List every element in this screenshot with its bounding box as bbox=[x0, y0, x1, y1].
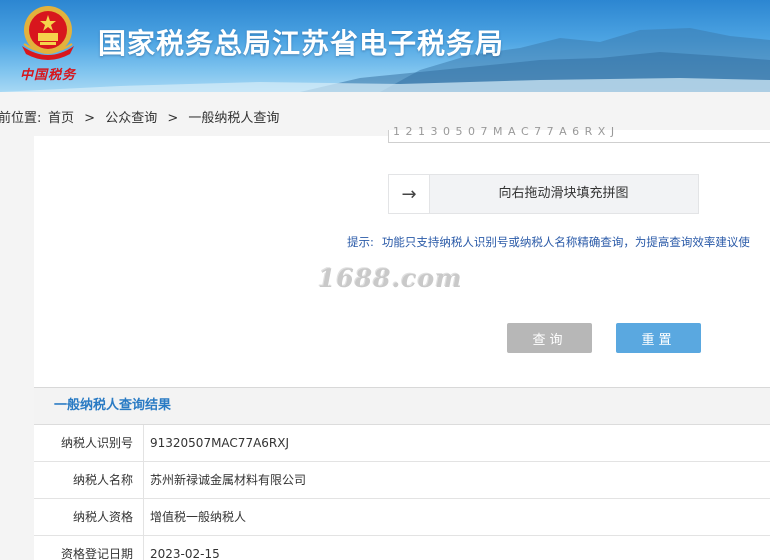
slider-captcha-text: 向右拖动滑块填充拼图 bbox=[498, 186, 629, 201]
breadcrumb-prefix: 前位置: bbox=[0, 111, 42, 126]
page: 中国税务 国家税务总局江苏省电子税务局 前位置: 首页 > 公众查询 > 一般纳… bbox=[0, 0, 770, 560]
taxpayer-id-input-value: 1 2 1 3 0 5 0 7 M A C 7 7 A 6 R X J bbox=[393, 125, 616, 138]
breadcrumb-current: 一般纳税人查询 bbox=[188, 111, 280, 126]
tax-emblem-icon bbox=[22, 6, 74, 60]
slider-captcha[interactable]: → 向右拖动滑块填充拼图 bbox=[388, 174, 699, 214]
hint-text: 功能只支持纳税人识别号或纳税人名称精确查询，为提高查询效率建议使 bbox=[381, 235, 750, 249]
row-label: 资格登记日期 bbox=[34, 536, 144, 560]
taxpayer-id-input[interactable]: 1 2 1 3 0 5 0 7 M A C 7 7 A 6 R X J bbox=[388, 125, 770, 143]
row-value: 91320507MAC77A6RXJ bbox=[150, 436, 290, 450]
results-section: 一般纳税人查询结果 纳税人识别号 91320507MAC77A6RXJ 纳税人名… bbox=[34, 387, 770, 560]
breadcrumb-separator: > bbox=[84, 111, 96, 126]
query-button[interactable]: 查询 bbox=[507, 323, 592, 353]
table-row: 纳税人名称 苏州新禄诚金属材料有限公司 bbox=[34, 462, 770, 499]
watermark: 1688.com bbox=[318, 264, 463, 293]
breadcrumb-public-query[interactable]: 公众查询 bbox=[105, 111, 157, 126]
reset-button[interactable]: 重置 bbox=[616, 323, 701, 353]
table-row: 纳税人资格 增值税一般纳税人 bbox=[34, 499, 770, 536]
brand-script-logo: 中国税务 bbox=[20, 68, 77, 83]
hint-label: 提示: bbox=[347, 235, 374, 249]
row-value: 苏州新禄诚金属材料有限公司 bbox=[150, 473, 307, 487]
site-title: 国家税务总局江苏省电子税务局 bbox=[98, 27, 505, 60]
breadcrumb-home[interactable]: 首页 bbox=[48, 111, 74, 126]
site-header: 中国税务 国家税务总局江苏省电子税务局 bbox=[0, 0, 770, 92]
results-title: 一般纳税人查询结果 bbox=[34, 388, 770, 425]
query-hint: 提示: 功能只支持纳税人识别号或纳税人名称精确查询，为提高查询效率建议使 bbox=[347, 234, 770, 250]
row-label: 纳税人资格 bbox=[34, 499, 144, 535]
breadcrumb-items: 首页 > 公众查询 > 一般纳税人查询 bbox=[48, 107, 279, 126]
arrow-right-icon[interactable]: → bbox=[389, 175, 430, 213]
row-value: 增值税一般纳税人 bbox=[150, 510, 247, 524]
table-row: 纳税人识别号 91320507MAC77A6RXJ bbox=[34, 425, 770, 462]
row-label: 纳税人识别号 bbox=[34, 425, 144, 461]
breadcrumb-separator: > bbox=[167, 111, 179, 126]
row-value: 2023-02-15 bbox=[150, 547, 220, 560]
row-label: 纳税人名称 bbox=[34, 462, 144, 498]
table-row: 资格登记日期 2023-02-15 bbox=[34, 536, 770, 560]
